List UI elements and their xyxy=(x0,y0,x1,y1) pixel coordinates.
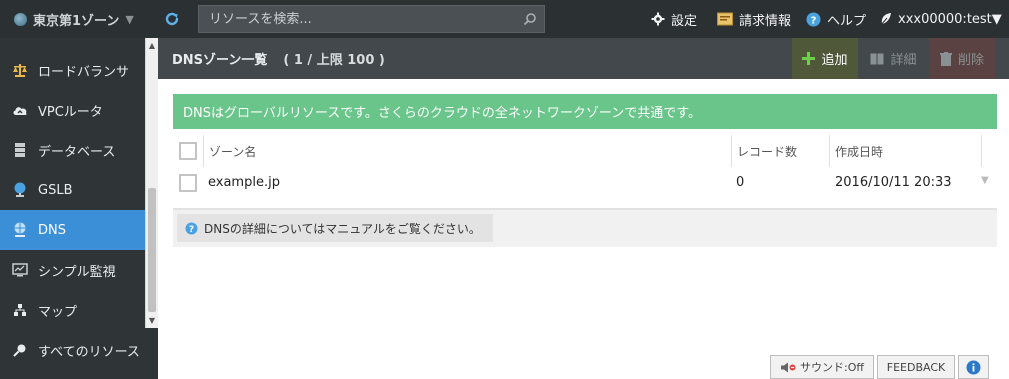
delete-label: 削除 xyxy=(957,53,984,68)
column-header-created-at[interactable]: 作成日時 xyxy=(835,135,883,167)
user-label: xxx00000:test▼ xyxy=(898,11,1002,27)
help-label: ヘルプ xyxy=(827,13,867,29)
column-divider xyxy=(981,135,982,167)
info-button[interactable] xyxy=(958,355,989,379)
manual-note[interactable]: ? DNSの詳細についてはマニュアルをご覧ください。 xyxy=(177,214,493,242)
cloud-icon xyxy=(12,102,28,118)
dns-zone-table: ゾーン名 レコード数 作成日時 example.jp 0 2016/10/11 … xyxy=(173,135,997,210)
settings-link[interactable]: 設定 xyxy=(651,0,697,38)
sound-toggle-button[interactable]: サウンド:Off xyxy=(770,355,874,379)
globe-icon xyxy=(12,182,28,198)
scale-icon xyxy=(12,62,28,78)
manual-note-text: DNSの詳細についてはマニュアルをご覧ください。 xyxy=(204,221,481,236)
row-checkbox[interactable] xyxy=(179,174,197,192)
svg-text:?: ? xyxy=(189,225,194,235)
sidebar-item-label: マップ xyxy=(38,304,78,320)
dns-icon xyxy=(12,222,28,238)
sidebar-item-label: データベース xyxy=(38,144,116,160)
created-at-cell: 2016/10/11 20:33 xyxy=(835,174,952,190)
search-input[interactable] xyxy=(199,6,516,32)
sidebar-item-label: ロードバランサ xyxy=(38,64,130,80)
table-scroll-down-icon[interactable]: ▼ xyxy=(981,175,989,186)
add-button[interactable]: 追加 xyxy=(792,38,858,79)
sidebar-scrollbar[interactable]: ▲ ▼ xyxy=(145,38,158,328)
page-title-text: DNSゾーン一覧 xyxy=(172,53,268,68)
sidebar: ロードバランサ VPCルータ データベース GSLB DNS シンプル監視 マッ… xyxy=(0,38,158,379)
help-icon: ? xyxy=(185,222,198,235)
leaf-icon xyxy=(880,12,892,26)
plus-icon xyxy=(802,52,816,65)
help-link[interactable]: ? ヘルプ xyxy=(806,0,866,38)
settings-label: 設定 xyxy=(671,13,698,29)
sidebar-item-simple-monitor[interactable]: シンプル監視 xyxy=(0,250,145,290)
search-box xyxy=(198,5,545,33)
zone-label: 東京第1ゾーン xyxy=(33,13,120,29)
invoice-icon xyxy=(717,12,733,26)
delete-button[interactable]: 削除 xyxy=(929,38,995,79)
zone-name-cell: example.jp xyxy=(208,174,280,190)
main-header: DNSゾーン一覧 ( 1 / 上限 100 ) 追加 詳細 削除 xyxy=(158,38,1009,79)
chevron-down-icon: ▼ xyxy=(125,12,134,26)
book-icon xyxy=(870,53,884,64)
search-icon xyxy=(12,342,28,358)
column-divider xyxy=(731,135,732,167)
billing-link[interactable]: 請求情報 xyxy=(717,0,791,38)
database-icon xyxy=(12,142,28,158)
user-menu[interactable]: xxx00000:test▼ xyxy=(880,0,1002,38)
zone-selector[interactable]: 東京第1ゾーン ▼ xyxy=(14,10,134,29)
select-all-checkbox[interactable] xyxy=(179,142,197,160)
record-count-cell: 0 xyxy=(736,174,745,190)
gear-icon xyxy=(651,12,665,26)
sidebar-item-vpc-router[interactable]: VPCルータ xyxy=(0,90,145,130)
scrollbar-thumb[interactable] xyxy=(148,188,156,312)
sidebar-list: ロードバランサ VPCルータ データベース GSLB DNS シンプル監視 マッ… xyxy=(0,38,145,379)
add-label: 追加 xyxy=(821,53,848,68)
sidebar-item-label: DNS xyxy=(38,222,66,238)
scroll-down-arrow-icon[interactable]: ▼ xyxy=(146,314,158,327)
sidebar-item-label: VPCルータ xyxy=(38,104,103,120)
sidebar-item-label: シンプル監視 xyxy=(38,264,116,280)
sidebar-item-map[interactable]: マップ xyxy=(0,290,145,330)
detail-button[interactable]: 詳細 xyxy=(861,38,926,79)
refresh-icon xyxy=(165,12,179,26)
billing-label: 請求情報 xyxy=(739,13,792,29)
manual-note-area: ? DNSの詳細についてはマニュアルをご覧ください。 xyxy=(173,210,997,247)
globe-icon xyxy=(14,12,27,26)
column-header-record-count[interactable]: レコード数 xyxy=(737,135,797,167)
refresh-button[interactable] xyxy=(160,8,184,30)
trash-icon xyxy=(939,51,952,66)
resource-count: ( 1 / 上限 100 ) xyxy=(283,53,385,68)
detail-label: 詳細 xyxy=(890,53,917,68)
sidebar-item-dns[interactable]: DNS xyxy=(0,210,145,250)
sidebar-item-label: GSLB xyxy=(38,182,73,198)
map-icon xyxy=(12,302,28,318)
monitor-icon xyxy=(12,262,28,278)
sidebar-item-load-balancer[interactable]: ロードバランサ xyxy=(0,50,145,90)
column-divider xyxy=(829,135,830,167)
help-icon: ? xyxy=(806,12,821,27)
sound-label: サウンド:Off xyxy=(800,361,864,374)
speaker-muted-icon xyxy=(781,362,796,372)
sidebar-item-all-resources[interactable]: すべてのリソース xyxy=(0,330,145,370)
column-header-zone-name[interactable]: ゾーン名 xyxy=(209,135,256,167)
sidebar-item-label: すべてのリソース xyxy=(38,344,140,360)
svg-text:?: ? xyxy=(811,15,817,26)
search-icon[interactable] xyxy=(516,6,544,32)
info-icon xyxy=(966,360,981,374)
feedback-button[interactable]: FEEDBACK xyxy=(877,355,955,379)
sidebar-item-database[interactable]: データベース xyxy=(0,130,145,170)
column-divider xyxy=(203,135,204,167)
sidebar-item-gslb[interactable]: GSLB xyxy=(0,170,145,210)
feedback-label: FEEDBACK xyxy=(886,360,946,374)
top-bar: 東京第1ゾーン ▼ 設定 xyxy=(0,0,1009,38)
info-message: DNSはグローバルリソースです。さくらのクラウドの全ネットワークゾーンで共通です… xyxy=(173,94,997,129)
scroll-up-arrow-icon[interactable]: ▲ xyxy=(146,39,158,52)
page-title: DNSゾーン一覧 ( 1 / 上限 100 ) xyxy=(172,38,385,79)
